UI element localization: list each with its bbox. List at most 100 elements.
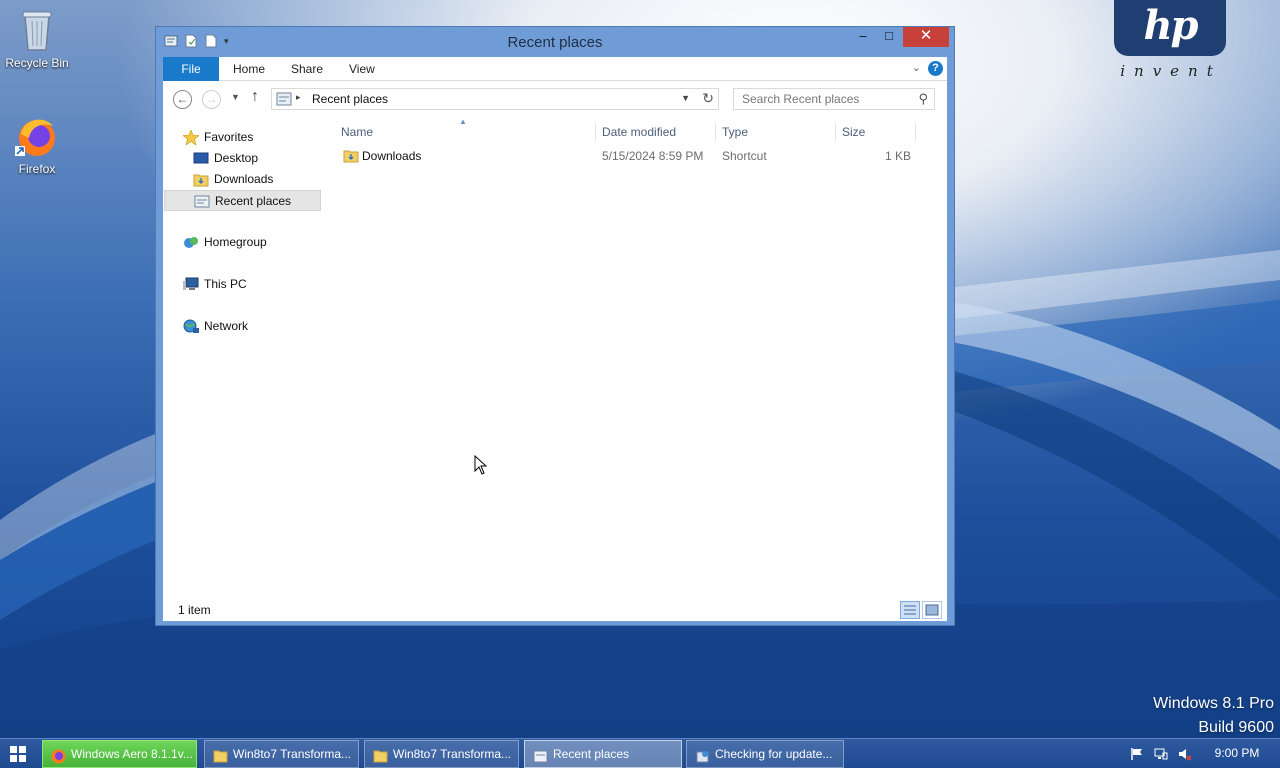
recent-places-icon [194, 194, 210, 209]
taskbar-button-label: Checking for update... [715, 747, 833, 761]
tab-home[interactable]: Home [219, 57, 279, 81]
nav-item-label: Downloads [214, 172, 274, 186]
large-icons-view-icon [925, 604, 939, 616]
taskbar-button-firefox[interactable]: Windows Aero 8.1.1v... [42, 740, 197, 768]
column-header-type[interactable]: Type [722, 125, 748, 139]
nav-item-desktop[interactable]: Desktop [193, 148, 313, 169]
expand-ribbon-chevron-down-icon[interactable]: ⌄ [912, 61, 921, 74]
column-divider[interactable] [915, 123, 916, 141]
tab-file[interactable]: File [163, 57, 219, 81]
navigation-pane: Favorites Desktop Downloads Recent place… [163, 117, 323, 603]
installer-icon [695, 747, 710, 763]
address-history-chevron-down-icon[interactable]: ▼ [681, 93, 690, 103]
desktop-icon-label: Firefox [18, 162, 56, 176]
taskbar-button-label: Win8to7 Transforma... [233, 747, 352, 761]
status-bar: 1 item [163, 601, 947, 621]
breadcrumb-recent-places[interactable]: Recent places [312, 92, 388, 106]
star-icon [182, 129, 200, 146]
desktop-icon-firefox[interactable]: Firefox [0, 112, 74, 176]
nav-item-label: Network [204, 319, 249, 333]
search-placeholder: Search Recent places [742, 92, 860, 106]
network-icon [183, 319, 199, 334]
taskbar-button-checking-for-updates[interactable]: Checking for update... [686, 740, 844, 768]
refresh-icon[interactable]: ↻ [702, 90, 714, 107]
maximize-button[interactable]: □ [876, 27, 902, 47]
volume-muted-icon[interactable] [1178, 747, 1192, 761]
search-icon[interactable]: ⚲ [918, 91, 928, 107]
nav-item-label: Recent places [215, 194, 292, 208]
taskbar-button-label: Win8to7 Transforma... [393, 747, 512, 761]
column-divider[interactable] [595, 123, 596, 141]
mouse-pointer-icon [474, 455, 488, 475]
nav-item-network[interactable]: Network [183, 316, 313, 337]
folder-icon [373, 747, 388, 763]
nav-item-homegroup[interactable]: Homegroup [183, 232, 313, 253]
firefox-icon [13, 112, 61, 160]
help-icon[interactable]: ? [928, 61, 943, 76]
file-name: Downloads [362, 149, 422, 163]
downloads-folder-icon [193, 172, 209, 187]
nav-item-this-pc[interactable]: This PC [183, 274, 313, 295]
address-bar-row: ← → ▼ ↑ ▸ Recent places ▼ ↻ Search Recen… [163, 81, 947, 117]
file-type: Shortcut [722, 149, 767, 163]
details-view-icon [904, 605, 916, 615]
column-header-date-modified[interactable]: Date modified [602, 125, 676, 139]
desktop-icon [193, 151, 209, 166]
back-button[interactable]: ← [173, 90, 192, 109]
up-button[interactable]: ↑ [251, 88, 259, 106]
breadcrumb-separator-chevron-right-icon[interactable]: ▸ [296, 92, 301, 103]
column-header-size[interactable]: Size [842, 125, 865, 139]
file-list: ▲ Name Date modified Type Size Downloads… [333, 117, 947, 603]
ribbon-tabs: File Home Share View ⌄ ? [163, 57, 947, 81]
file-row[interactable]: Downloads 5/15/2024 8:59 PM Shortcut 1 K… [341, 145, 945, 167]
taskbar-button-win8to7-1[interactable]: Win8to7 Transforma... [204, 740, 359, 768]
windows-watermark: Windows 8.1 Pro Build 9600 [1153, 692, 1274, 738]
large-icons-view-button[interactable] [922, 601, 942, 619]
column-divider[interactable] [835, 123, 836, 141]
computer-icon [183, 277, 199, 292]
taskbar-button-label: Recent places [553, 747, 630, 761]
network-icon[interactable] [1154, 747, 1168, 761]
action-center-flag-icon[interactable] [1130, 747, 1144, 761]
recent-locations-chevron-down-icon[interactable]: ▼ [231, 92, 240, 102]
folder-shortcut-icon [343, 149, 359, 163]
taskbar-button-recent-places[interactable]: Recent places [524, 740, 682, 768]
forward-button[interactable]: → [202, 90, 221, 109]
hp-logo: hp invent [1114, 0, 1228, 82]
folder-icon [213, 747, 228, 763]
details-view-button[interactable] [900, 601, 920, 619]
taskbar-clock[interactable]: 9:00 PM [1200, 739, 1274, 768]
address-field[interactable]: ▸ Recent places ▼ ↻ [271, 88, 719, 110]
explorer-window: ▾ Recent places – □ ✕ File Home Share Vi… [155, 26, 955, 626]
desktop-icon-label: Recycle Bin [5, 56, 69, 70]
nav-item-label: Desktop [214, 151, 259, 165]
nav-item-downloads[interactable]: Downloads [193, 169, 313, 190]
file-size: 1 KB [885, 149, 912, 163]
nav-item-label: Favorites [204, 130, 254, 144]
taskbar: Windows Aero 8.1.1v... Win8to7 Transform… [0, 738, 1280, 768]
column-divider[interactable] [715, 123, 716, 141]
hp-logo-tagline: invent [1120, 62, 1222, 80]
tab-share[interactable]: Share [277, 57, 337, 81]
sort-ascending-icon: ▲ [459, 117, 467, 126]
firefox-icon [51, 747, 66, 764]
windows-edition: Windows 8.1 Pro [1153, 695, 1274, 712]
content-area: Favorites Desktop Downloads Recent place… [163, 117, 947, 603]
windows-logo-icon [10, 746, 26, 762]
item-count: 1 item [178, 603, 211, 617]
title-bar[interactable]: ▾ Recent places – □ ✕ [156, 27, 954, 57]
recycle-bin-icon [13, 6, 61, 54]
window-title: Recent places [507, 34, 603, 51]
taskbar-button-win8to7-2[interactable]: Win8to7 Transforma... [364, 740, 519, 768]
minimize-button[interactable]: – [850, 27, 876, 47]
nav-item-label: Homegroup [204, 235, 267, 249]
tab-view[interactable]: View [335, 57, 389, 81]
search-input[interactable]: Search Recent places ⚲ [733, 88, 935, 110]
nav-item-favorites[interactable]: Favorites [182, 127, 313, 148]
close-button[interactable]: ✕ [903, 27, 949, 47]
column-header-name[interactable]: Name [341, 125, 373, 139]
hp-logo-brand: hp [1114, 0, 1226, 56]
nav-item-recent-places[interactable]: Recent places [164, 190, 321, 211]
desktop-icon-recycle-bin[interactable]: Recycle Bin [0, 6, 74, 70]
start-button[interactable] [10, 746, 26, 762]
